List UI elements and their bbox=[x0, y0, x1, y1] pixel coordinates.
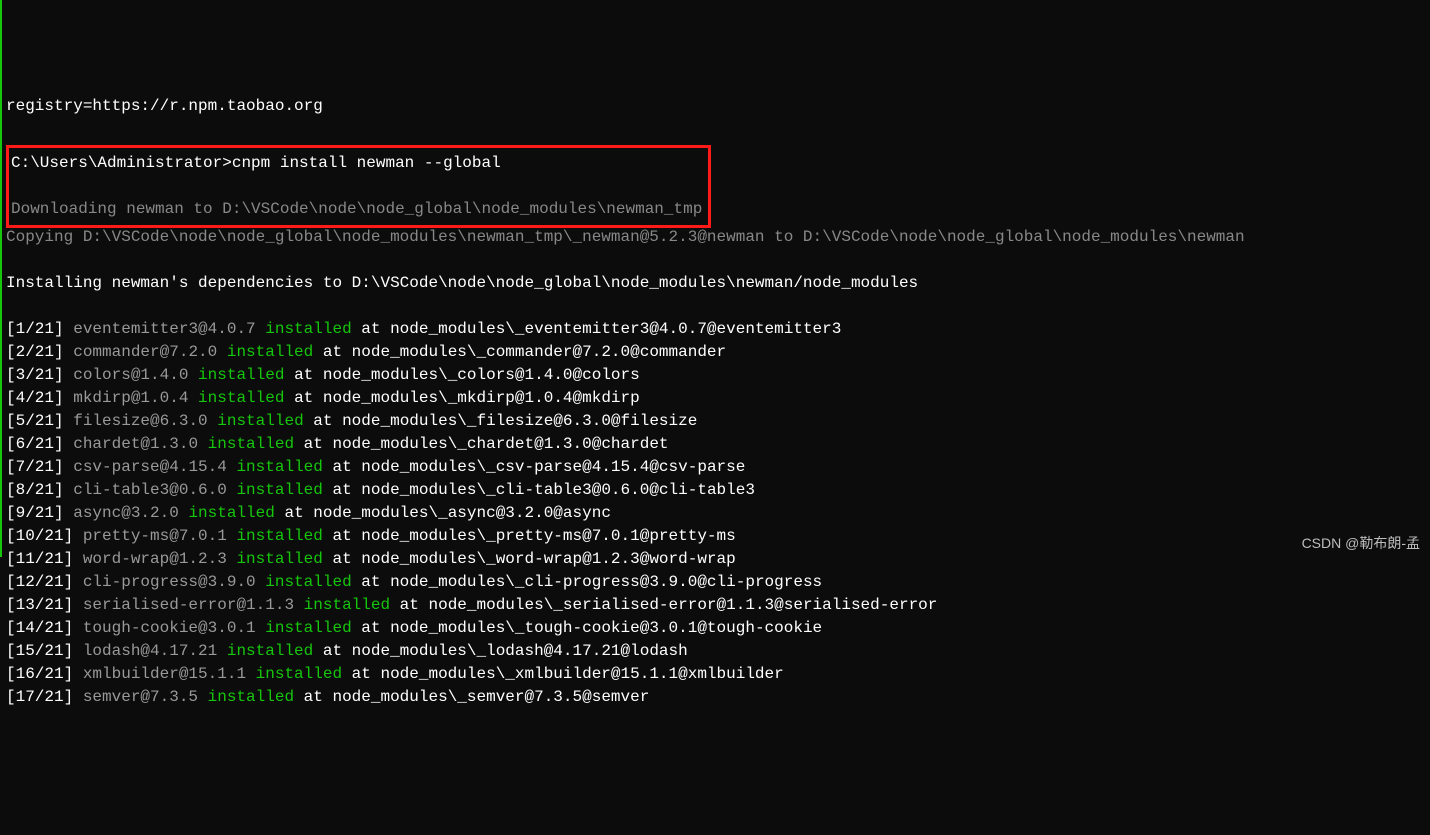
row-package: csv-parse@4.15.4 bbox=[73, 458, 236, 476]
row-status: installed bbox=[208, 688, 294, 706]
row-package: semver@7.3.5 bbox=[83, 688, 208, 706]
row-package: cli-table3@0.6.0 bbox=[73, 481, 236, 499]
row-counter: [15/21] bbox=[6, 642, 83, 660]
row-path: at node_modules\_filesize@6.3.0@filesize bbox=[304, 412, 698, 430]
row-path: at node_modules\_cli-table3@0.6.0@cli-ta… bbox=[323, 481, 755, 499]
row-package: commander@7.2.0 bbox=[73, 343, 227, 361]
row-status: installed bbox=[188, 504, 274, 522]
watermark: CSDN @勒布朗-孟 bbox=[1302, 533, 1420, 553]
row-counter: [8/21] bbox=[6, 481, 73, 499]
row-counter: [17/21] bbox=[6, 688, 83, 706]
dependency-row: [6/21] chardet@1.3.0 installed at node_m… bbox=[6, 433, 1426, 456]
row-counter: [11/21] bbox=[6, 550, 83, 568]
dependency-row: [15/21] lodash@4.17.21 installed at node… bbox=[6, 640, 1426, 663]
row-status: installed bbox=[236, 527, 322, 545]
dependency-row: [9/21] async@3.2.0 installed at node_mod… bbox=[6, 502, 1426, 525]
dependency-row: [14/21] tough-cookie@3.0.1 installed at … bbox=[6, 617, 1426, 640]
dependency-row: [7/21] csv-parse@4.15.4 installed at nod… bbox=[6, 456, 1426, 479]
dependency-row: [10/21] pretty-ms@7.0.1 installed at nod… bbox=[6, 525, 1426, 548]
row-counter: [12/21] bbox=[6, 573, 83, 591]
row-package: lodash@4.17.21 bbox=[83, 642, 227, 660]
row-package: eventemitter3@4.0.7 bbox=[73, 320, 265, 338]
row-counter: [16/21] bbox=[6, 665, 83, 683]
row-status: installed bbox=[198, 366, 284, 384]
row-counter: [7/21] bbox=[6, 458, 73, 476]
highlighted-command-box: C:\Users\Administrator>cnpm install newm… bbox=[6, 145, 711, 228]
row-path: at node_modules\_lodash@4.17.21@lodash bbox=[313, 642, 687, 660]
row-path: at node_modules\_colors@1.4.0@colors bbox=[284, 366, 639, 384]
row-status: installed bbox=[198, 389, 284, 407]
row-counter: [13/21] bbox=[6, 596, 83, 614]
row-status: installed bbox=[304, 596, 390, 614]
row-path: at node_modules\_mkdirp@1.0.4@mkdirp bbox=[284, 389, 639, 407]
dependency-row: [8/21] cli-table3@0.6.0 installed at nod… bbox=[6, 479, 1426, 502]
row-package: serialised-error@1.1.3 bbox=[83, 596, 304, 614]
row-counter: [14/21] bbox=[6, 619, 83, 637]
dependency-row: [16/21] xmlbuilder@15.1.1 installed at n… bbox=[6, 663, 1426, 686]
row-package: mkdirp@1.0.4 bbox=[73, 389, 198, 407]
row-counter: [9/21] bbox=[6, 504, 73, 522]
row-package: pretty-ms@7.0.1 bbox=[83, 527, 237, 545]
registry-line: registry=https://r.npm.taobao.org bbox=[6, 97, 323, 115]
dependency-row: [4/21] mkdirp@1.0.4 installed at node_mo… bbox=[6, 387, 1426, 410]
dependency-row: [13/21] serialised-error@1.1.3 installed… bbox=[6, 594, 1426, 617]
dependency-row: [11/21] word-wrap@1.2.3 installed at nod… bbox=[6, 548, 1426, 571]
row-path: at node_modules\_word-wrap@1.2.3@word-wr… bbox=[323, 550, 736, 568]
row-package: tough-cookie@3.0.1 bbox=[83, 619, 265, 637]
row-status: installed bbox=[265, 573, 351, 591]
row-status: installed bbox=[256, 665, 342, 683]
dependency-row: [2/21] commander@7.2.0 installed at node… bbox=[6, 341, 1426, 364]
row-path: at node_modules\_eventemitter3@4.0.7@eve… bbox=[352, 320, 842, 338]
command-text: cnpm install newman --global bbox=[232, 154, 501, 172]
row-package: chardet@1.3.0 bbox=[73, 435, 207, 453]
row-status: installed bbox=[236, 458, 322, 476]
row-path: at node_modules\_semver@7.3.5@semver bbox=[294, 688, 649, 706]
row-path: at node_modules\_commander@7.2.0@command… bbox=[313, 343, 726, 361]
row-path: at node_modules\_chardet@1.3.0@chardet bbox=[294, 435, 668, 453]
row-package: word-wrap@1.2.3 bbox=[83, 550, 237, 568]
row-package: async@3.2.0 bbox=[73, 504, 188, 522]
row-counter: [1/21] bbox=[6, 320, 73, 338]
downloading-line: Downloading newman to D:\VSCode\node\nod… bbox=[11, 200, 702, 218]
row-counter: [4/21] bbox=[6, 389, 73, 407]
dependency-row: [5/21] filesize@6.3.0 installed at node_… bbox=[6, 410, 1426, 433]
row-status: installed bbox=[217, 412, 303, 430]
row-status: installed bbox=[265, 619, 351, 637]
row-path: at node_modules\_cli-progress@3.9.0@cli-… bbox=[352, 573, 822, 591]
installing-line: Installing newman's dependencies to D:\V… bbox=[6, 274, 918, 292]
row-path: at node_modules\_pretty-ms@7.0.1@pretty-… bbox=[323, 527, 736, 545]
row-counter: [2/21] bbox=[6, 343, 73, 361]
terminal-output[interactable]: registry=https://r.npm.taobao.org C:\Use… bbox=[2, 72, 1430, 709]
row-status: installed bbox=[236, 550, 322, 568]
prompt: C:\Users\Administrator> bbox=[11, 154, 232, 172]
row-counter: [3/21] bbox=[6, 366, 73, 384]
dependency-row: [12/21] cli-progress@3.9.0 installed at … bbox=[6, 571, 1426, 594]
row-status: installed bbox=[208, 435, 294, 453]
row-package: xmlbuilder@15.1.1 bbox=[83, 665, 256, 683]
row-path: at node_modules\_tough-cookie@3.0.1@toug… bbox=[352, 619, 822, 637]
row-package: colors@1.4.0 bbox=[73, 366, 198, 384]
dependency-row: [1/21] eventemitter3@4.0.7 installed at … bbox=[6, 318, 1426, 341]
row-path: at node_modules\_serialised-error@1.1.3@… bbox=[390, 596, 937, 614]
dependency-row: [17/21] semver@7.3.5 installed at node_m… bbox=[6, 686, 1426, 709]
row-status: installed bbox=[227, 343, 313, 361]
row-counter: [10/21] bbox=[6, 527, 83, 545]
row-status: installed bbox=[265, 320, 351, 338]
row-status: installed bbox=[227, 642, 313, 660]
dependency-row: [3/21] colors@1.4.0 installed at node_mo… bbox=[6, 364, 1426, 387]
copying-line: Copying D:\VSCode\node\node_global\node_… bbox=[6, 228, 1245, 246]
row-status: installed bbox=[236, 481, 322, 499]
row-package: filesize@6.3.0 bbox=[73, 412, 217, 430]
row-path: at node_modules\_xmlbuilder@15.1.1@xmlbu… bbox=[342, 665, 784, 683]
row-path: at node_modules\_csv-parse@4.15.4@csv-pa… bbox=[323, 458, 745, 476]
row-path: at node_modules\_async@3.2.0@async bbox=[275, 504, 611, 522]
row-counter: [6/21] bbox=[6, 435, 73, 453]
row-package: cli-progress@3.9.0 bbox=[83, 573, 265, 591]
row-counter: [5/21] bbox=[6, 412, 73, 430]
